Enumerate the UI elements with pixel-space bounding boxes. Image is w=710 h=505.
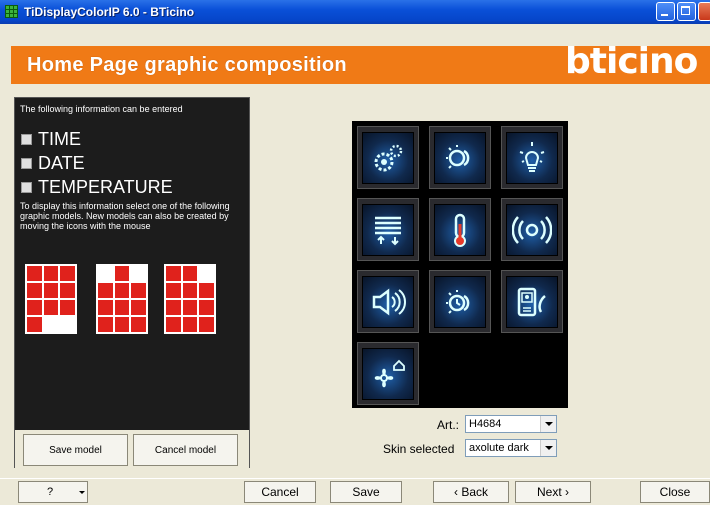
minimize-button[interactable] — [656, 2, 675, 21]
tile-gear[interactable] — [357, 126, 419, 189]
art-value: H4684 — [469, 418, 502, 430]
option-time[interactable]: TIME — [21, 129, 81, 149]
option-label: TIME — [38, 129, 81, 149]
chevron-down-icon — [79, 491, 85, 494]
flower-home-icon — [374, 359, 405, 387]
description-text: To display this information select one o… — [20, 201, 230, 231]
tile-broadcast[interactable] — [501, 198, 563, 261]
app-grid-icon — [5, 5, 18, 18]
bottom-nav-bar: ? Cancel Save ‹ Back Next › Close — [0, 478, 710, 505]
next-button[interactable]: Next › — [515, 481, 591, 503]
title-bar: TiDisplayColorIP 6.0 - BTicino — [0, 0, 710, 24]
checkbox-icon — [21, 133, 32, 145]
tile-thermometer[interactable] — [429, 198, 491, 261]
video-intercom-icon — [517, 287, 546, 316]
cancel-button[interactable]: Cancel — [244, 481, 316, 503]
option-label: TEMPERATURE — [38, 177, 173, 197]
model-buttons: Save model Cancel model — [15, 430, 249, 468]
art-select[interactable]: H4684 — [465, 415, 557, 433]
speaker-icon — [372, 288, 406, 315]
tile-speaker[interactable] — [357, 270, 419, 333]
tile-light-scenario[interactable] — [429, 126, 491, 189]
chevron-down-icon — [540, 440, 556, 456]
option-temperature[interactable]: TEMPERATURE — [21, 177, 173, 197]
help-dropdown[interactable]: ? — [18, 481, 88, 503]
save-button[interactable]: Save — [330, 481, 402, 503]
close-button[interactable]: Close — [640, 481, 710, 503]
graphic-model-2[interactable] — [96, 264, 148, 334]
save-model-button[interactable]: Save model — [23, 434, 128, 466]
help-label: ? — [47, 486, 54, 498]
checkbox-icon — [21, 181, 32, 193]
tile-shutter[interactable] — [357, 198, 419, 261]
checkbox-icon — [21, 157, 32, 169]
tile-video-intercom[interactable] — [501, 270, 563, 333]
graphic-model-1[interactable] — [25, 264, 77, 334]
gear-settings-icon — [374, 144, 403, 171]
info-text: The following information can be entered — [20, 104, 183, 114]
thermometer-icon — [454, 213, 466, 247]
graphic-model-3[interactable] — [164, 264, 216, 334]
back-button[interactable]: ‹ Back — [433, 481, 509, 503]
cancel-model-button[interactable]: Cancel model — [133, 434, 238, 466]
broadcast-signal-icon — [512, 215, 552, 244]
maximize-button[interactable] — [677, 2, 696, 21]
brand-logo: bticino — [565, 41, 698, 82]
skin-value: axolute dark — [469, 442, 529, 454]
art-label: Art.: — [437, 418, 460, 432]
tile-light-bulb[interactable] — [501, 126, 563, 189]
timed-scenario-icon — [446, 289, 470, 314]
light-scenario-icon — [446, 144, 470, 169]
info-panel: The following information can be entered… — [14, 97, 250, 468]
tile-flower-home[interactable] — [357, 342, 419, 405]
close-window-button[interactable] — [698, 2, 710, 21]
option-label: DATE — [38, 153, 85, 173]
shutter-icon — [375, 216, 401, 245]
skin-label: Skin selected — [383, 442, 455, 456]
light-bulb-icon — [519, 141, 545, 172]
option-date[interactable]: DATE — [21, 153, 85, 173]
skin-select[interactable]: axolute dark — [465, 439, 557, 457]
chevron-down-icon — [540, 416, 556, 432]
icon-grid — [352, 121, 568, 408]
tile-timed-scenario[interactable] — [429, 270, 491, 333]
page-title: Home Page graphic composition — [27, 54, 347, 76]
window-title: TiDisplayColorIP 6.0 - BTicino — [24, 5, 195, 19]
